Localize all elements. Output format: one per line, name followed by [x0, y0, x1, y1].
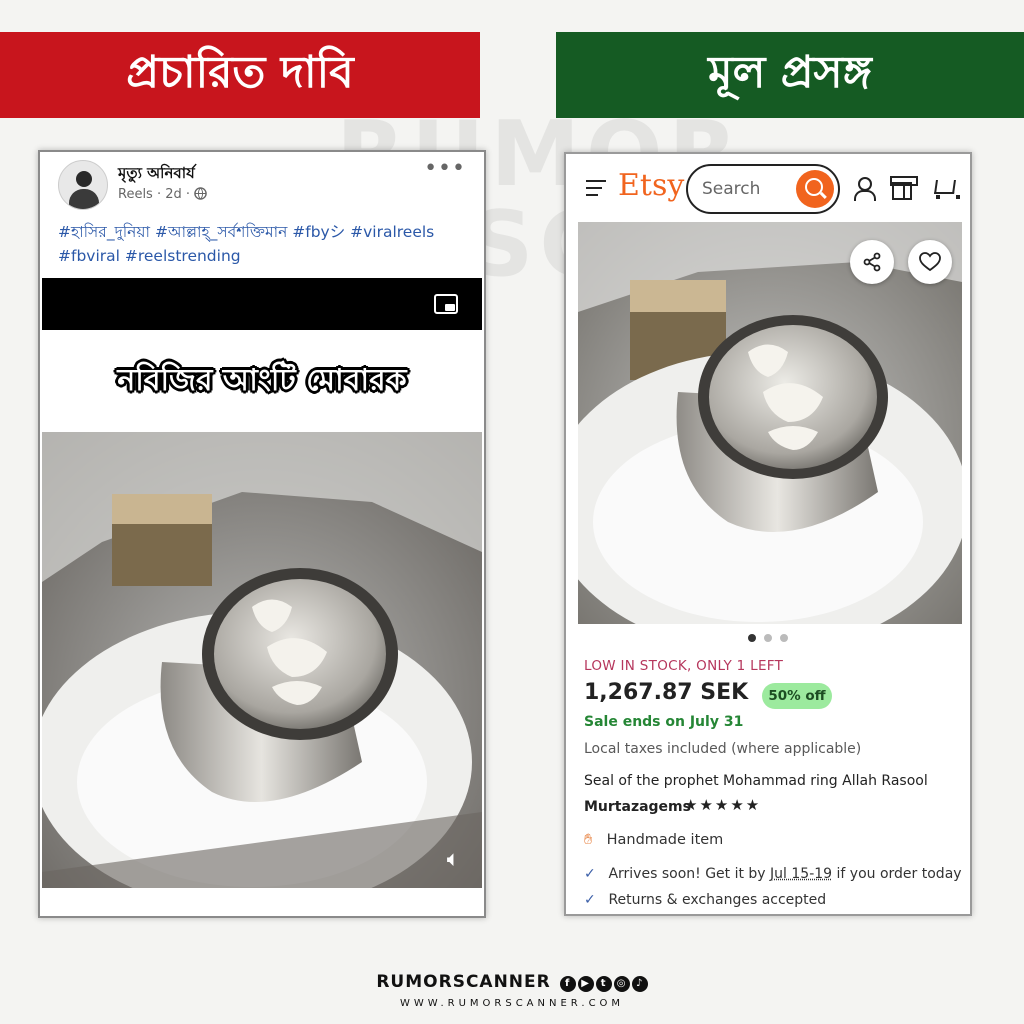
claim-banner: প্রচারিত দাবি	[0, 32, 480, 118]
youtube-icon[interactable]: ▶	[577, 976, 594, 992]
price: 1,267.87 SEK	[584, 680, 749, 705]
hand-icon: ✋︎	[584, 832, 593, 848]
cart-icon[interactable]	[932, 176, 960, 200]
ring-photo[interactable]: 🔈︎	[42, 432, 482, 888]
handmade-label: Handmade item	[606, 832, 724, 848]
post-meta: Reels · 2d ·	[118, 187, 207, 202]
carousel-dots[interactable]	[748, 634, 788, 642]
ring-photo-illustration	[42, 432, 482, 888]
share-icon[interactable]	[850, 240, 894, 284]
user-icon[interactable]	[852, 176, 876, 201]
arrival-date[interactable]: Jul 15-19	[770, 866, 832, 882]
rating-stars[interactable]: ★★★★★	[684, 796, 761, 814]
listing-photo[interactable]	[578, 222, 962, 624]
carousel-dot[interactable]	[764, 634, 772, 642]
listing-photo-illustration	[578, 222, 962, 624]
tax-note: Local taxes included (where applicable)	[584, 741, 862, 757]
search-placeholder: Search	[702, 179, 761, 199]
sale-ends: Sale ends on July 31	[584, 714, 744, 730]
arrival-text-pre: Arrives soon! Get it by	[608, 866, 771, 882]
etsy-listing: Etsy Search LOW IN STOCK, ONLY 1 LEFT 1,…	[564, 152, 972, 916]
twitter-icon[interactable]: t	[595, 976, 612, 992]
carousel-dot[interactable]	[780, 634, 788, 642]
stock-notice: LOW IN STOCK, ONLY 1 LEFT	[584, 658, 784, 674]
check-icon: ✓	[584, 892, 596, 908]
arrival-text-post: if you order today	[832, 866, 962, 882]
carousel-dot[interactable]	[748, 634, 756, 642]
more-dots-icon[interactable]: •••	[424, 156, 466, 181]
returns-row: ✓ Returns & exchanges accepted	[584, 892, 826, 908]
avatar[interactable]	[58, 160, 108, 210]
post-hashtags[interactable]: #হাসির_দুনিয়া #আল্লাহ্_সর্বশক্তিমান #fb…	[58, 220, 468, 268]
search-icon[interactable]	[796, 170, 834, 208]
facebook-post: মৃত্যু অনিবার্য Reels · 2d · ••• #হাসির_…	[38, 150, 486, 918]
arrival-row: ✓ Arrives soon! Get it by Jul 15-19 if y…	[584, 866, 962, 882]
claim-banner-label: প্রচারিত দাবি	[126, 46, 354, 98]
menu-icon[interactable]	[586, 180, 606, 196]
product-title: Seal of the prophet Mohammad ring Allah …	[584, 773, 928, 789]
footer-brand: RUMORSCANNER f ▶ t ◎ ♪	[0, 972, 1024, 992]
video-top-bar	[42, 278, 482, 330]
post-meta-text: Reels · 2d ·	[118, 187, 191, 202]
post-author[interactable]: মৃত্যু অনিবার্য	[118, 162, 195, 187]
heart-icon[interactable]	[908, 240, 952, 284]
discount-badge: 50% off	[762, 683, 832, 709]
context-banner-label: মূল প্রসঙ্গ	[708, 46, 872, 98]
footer-url: WWW.RUMORSCANNER.COM	[399, 998, 625, 1009]
sound-icon[interactable]: 🔈︎	[447, 847, 460, 872]
shop-name[interactable]: Murtazagems	[584, 799, 691, 815]
search-input[interactable]: Search	[686, 164, 840, 214]
instagram-icon[interactable]: ◎	[613, 976, 630, 992]
picture-in-picture-icon[interactable]	[434, 294, 458, 314]
etsy-logo[interactable]: Etsy	[618, 168, 684, 203]
globe-icon	[194, 187, 207, 200]
handmade-row: ✋︎ Handmade item	[584, 832, 723, 848]
brand-name: RUMORSCANNER	[376, 972, 551, 992]
post-footer	[42, 888, 482, 912]
check-icon: ✓	[584, 866, 596, 882]
returns-text: Returns & exchanges accepted	[608, 892, 827, 908]
tiktok-icon[interactable]: ♪	[631, 976, 648, 992]
facebook-icon[interactable]: f	[559, 976, 576, 992]
gift-icon[interactable]	[890, 176, 918, 200]
video-caption-overlay: নবিজির আংটি মোবারক	[40, 330, 484, 432]
context-banner: মূল প্রসঙ্গ	[556, 32, 1024, 118]
